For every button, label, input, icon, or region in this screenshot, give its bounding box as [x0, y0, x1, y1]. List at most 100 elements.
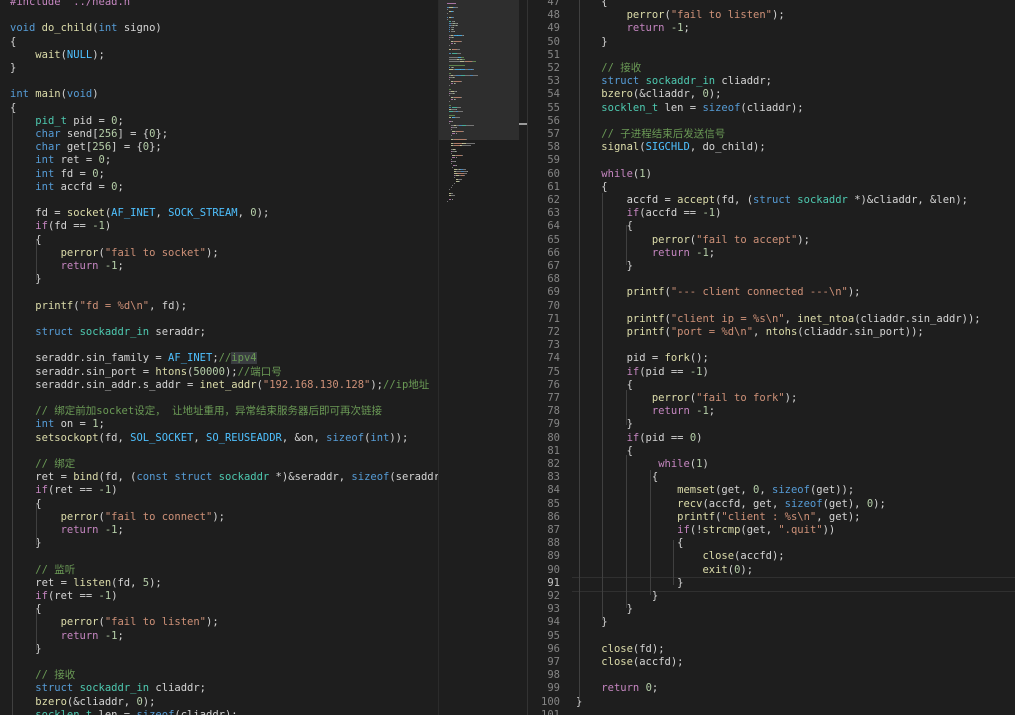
- code-line[interactable]: setsockopt(fd, SOL_SOCKET, SO_REUSEADDR,…: [10, 432, 408, 445]
- code-line[interactable]: {: [576, 471, 658, 484]
- code-line[interactable]: #include "../head.h": [10, 0, 136, 9]
- code-line[interactable]: if(ret == -1): [10, 484, 117, 497]
- code-line[interactable]: perror("fail to listen");: [576, 9, 785, 22]
- code-line[interactable]: return -1;: [576, 405, 715, 418]
- code-token: ;: [117, 114, 124, 127]
- code-line[interactable]: {: [576, 220, 633, 233]
- code-line[interactable]: return 0;: [576, 682, 658, 695]
- code-line[interactable]: int main(void): [10, 88, 99, 101]
- code-line[interactable]: struct sockaddr_in seraddr;: [10, 326, 206, 339]
- code-line[interactable]: // 绑定前加socket设定， 让地址重用，异常结束服务器后即可再次链接: [10, 405, 382, 418]
- code-line[interactable]: while(1): [576, 458, 709, 471]
- code-line[interactable]: perror("fail to accept");: [576, 234, 810, 247]
- code-token: struct: [601, 75, 640, 88]
- code-token: int: [35, 167, 55, 180]
- code-line[interactable]: char get[256] = {0};: [10, 141, 161, 154]
- code-line[interactable]: while(1): [576, 168, 652, 181]
- code-line[interactable]: printf("fd = %d\n", fd);: [10, 300, 187, 313]
- code-line[interactable]: memset(get, 0, sizeof(get));: [576, 484, 854, 497]
- code-line[interactable]: if(pid == -1): [576, 366, 709, 379]
- left-editor-pane[interactable]: #include "../head.h" void do_child(int si…: [0, 0, 438, 715]
- code-line[interactable]: {: [576, 0, 607, 9]
- code-line[interactable]: // 子进程结束后发送信号: [576, 128, 725, 141]
- code-line[interactable]: return -1;: [10, 524, 124, 537]
- code-line[interactable]: close(accfd);: [576, 550, 784, 563]
- code-line[interactable]: if(ret == -1): [10, 590, 117, 603]
- code-token: struct: [753, 194, 791, 206]
- indent-guide: [36, 610, 37, 650]
- code-line[interactable]: bzero(&cliaddr, 0);: [10, 696, 155, 709]
- code-line[interactable]: if(fd == -1): [10, 220, 111, 233]
- code-line[interactable]: bzero(&cliaddr, 0);: [576, 88, 721, 101]
- code-token: if: [35, 220, 48, 233]
- code-line[interactable]: {: [576, 445, 633, 458]
- code-line[interactable]: {: [576, 379, 633, 392]
- code-line[interactable]: int ret = 0;: [10, 154, 111, 167]
- code-line[interactable]: }: [576, 590, 658, 603]
- code-line[interactable]: wait(NULL);: [10, 49, 105, 62]
- minimap[interactable]: [438, 0, 528, 715]
- code-line[interactable]: }: [576, 418, 633, 431]
- code-line[interactable]: pid = fork();: [576, 352, 709, 365]
- code-line[interactable]: close(fd);: [576, 642, 664, 656]
- code-line[interactable]: if(accfd == -1): [576, 207, 722, 220]
- code-line[interactable]: close(accfd);: [576, 656, 683, 669]
- code-line[interactable]: {: [576, 181, 607, 194]
- code-line[interactable]: {: [10, 102, 16, 115]
- code-line[interactable]: perror("fail to connect");: [10, 511, 225, 524]
- code-token: (accfd, get,: [702, 497, 785, 510]
- code-line[interactable]: return -1;: [10, 630, 124, 643]
- code-line[interactable]: if(!strcmp(get, ".quit")): [576, 524, 835, 537]
- code-token: len =: [92, 708, 137, 715]
- code-line[interactable]: printf("port = %d\n", ntohs(cliaddr.sin_…: [576, 326, 924, 339]
- code-line[interactable]: socklen_t len = sizeof(cliaddr);: [576, 102, 803, 115]
- code-line[interactable]: }: [576, 260, 633, 273]
- code-token: listen: [73, 576, 112, 589]
- code-line[interactable]: socklen_t len = sizeof(cliaddr);: [10, 708, 237, 715]
- code-line[interactable]: ret = listen(fd, 5);: [10, 576, 161, 590]
- line-number: 56: [547, 114, 560, 127]
- right-editor-pane[interactable]: 47 {48 perror("fail to listen"); 49 retur…: [527, 0, 1015, 715]
- code-line[interactable]: perror("fail to listen");: [10, 616, 219, 629]
- code-line[interactable]: printf("--- client connected ---\n");: [576, 286, 861, 299]
- code-line[interactable]: seraddr.sin_family = AF_INET;//ipv4: [10, 352, 257, 365]
- code-token: }: [576, 35, 608, 48]
- code-line[interactable]: }: [576, 35, 608, 49]
- code-line[interactable]: recv(accfd, get, sizeof(get), 0);: [576, 498, 886, 511]
- code-line[interactable]: seraddr.sin_addr.s_addr = inet_addr("192…: [10, 379, 429, 392]
- code-line[interactable]: return -1;: [10, 260, 124, 273]
- code-line[interactable]: return -1;: [576, 22, 690, 35]
- code-line[interactable]: signal(SIGCHLD, do_child);: [576, 141, 765, 154]
- code-line[interactable]: printf("client : %s\n", get);: [576, 511, 860, 524]
- code-line[interactable]: {: [576, 537, 683, 550]
- code-line[interactable]: struct sockaddr_in cliaddr;: [576, 75, 772, 88]
- code-line[interactable]: char send[256] = {0};: [10, 128, 168, 141]
- code-line[interactable]: ret = bind(fd, (const struct sockaddr *)…: [10, 471, 438, 484]
- code-line[interactable]: fd = socket(AF_INET, SOCK_STREAM, 0);: [10, 207, 269, 220]
- code-line[interactable]: accfd = accept(fd, (struct sockaddr *)&c…: [576, 194, 968, 207]
- code-line[interactable]: int fd = 0;: [10, 168, 105, 181]
- code-line[interactable]: seraddr.sin_port = htons(50000);//端口号: [10, 366, 281, 379]
- code-line[interactable]: // 接收: [576, 62, 641, 75]
- code-line[interactable]: void do_child(int signo): [10, 22, 162, 35]
- code-line[interactable]: // 监听: [10, 564, 75, 577]
- code-line[interactable]: }: [576, 603, 633, 616]
- code-token: close: [601, 642, 633, 655]
- code-line[interactable]: {: [10, 36, 16, 49]
- code-line[interactable]: int accfd = 0;: [10, 181, 124, 194]
- code-line[interactable]: }: [576, 577, 683, 590]
- code-line[interactable]: pid_t pid = 0;: [10, 115, 124, 128]
- code-line[interactable]: // 绑定: [10, 458, 75, 471]
- line-number: 84: [547, 484, 560, 497]
- code-line[interactable]: struct sockaddr_in cliaddr;: [10, 682, 206, 695]
- code-line[interactable]: return -1;: [576, 247, 715, 260]
- code-line[interactable]: // 接收: [10, 669, 75, 682]
- code-line[interactable]: int on = 1;: [10, 418, 105, 431]
- code-line[interactable]: if(pid == 0): [576, 432, 703, 445]
- code-line[interactable]: perror("fail to socket");: [10, 247, 219, 260]
- code-token: );: [92, 48, 105, 61]
- code-line[interactable]: }: [10, 62, 16, 75]
- code-line[interactable]: perror("fail to fork");: [576, 392, 797, 405]
- code-token: (get,: [740, 524, 779, 536]
- code-line[interactable]: printf("client ip = %s\n", inet_ntoa(cli…: [576, 313, 981, 326]
